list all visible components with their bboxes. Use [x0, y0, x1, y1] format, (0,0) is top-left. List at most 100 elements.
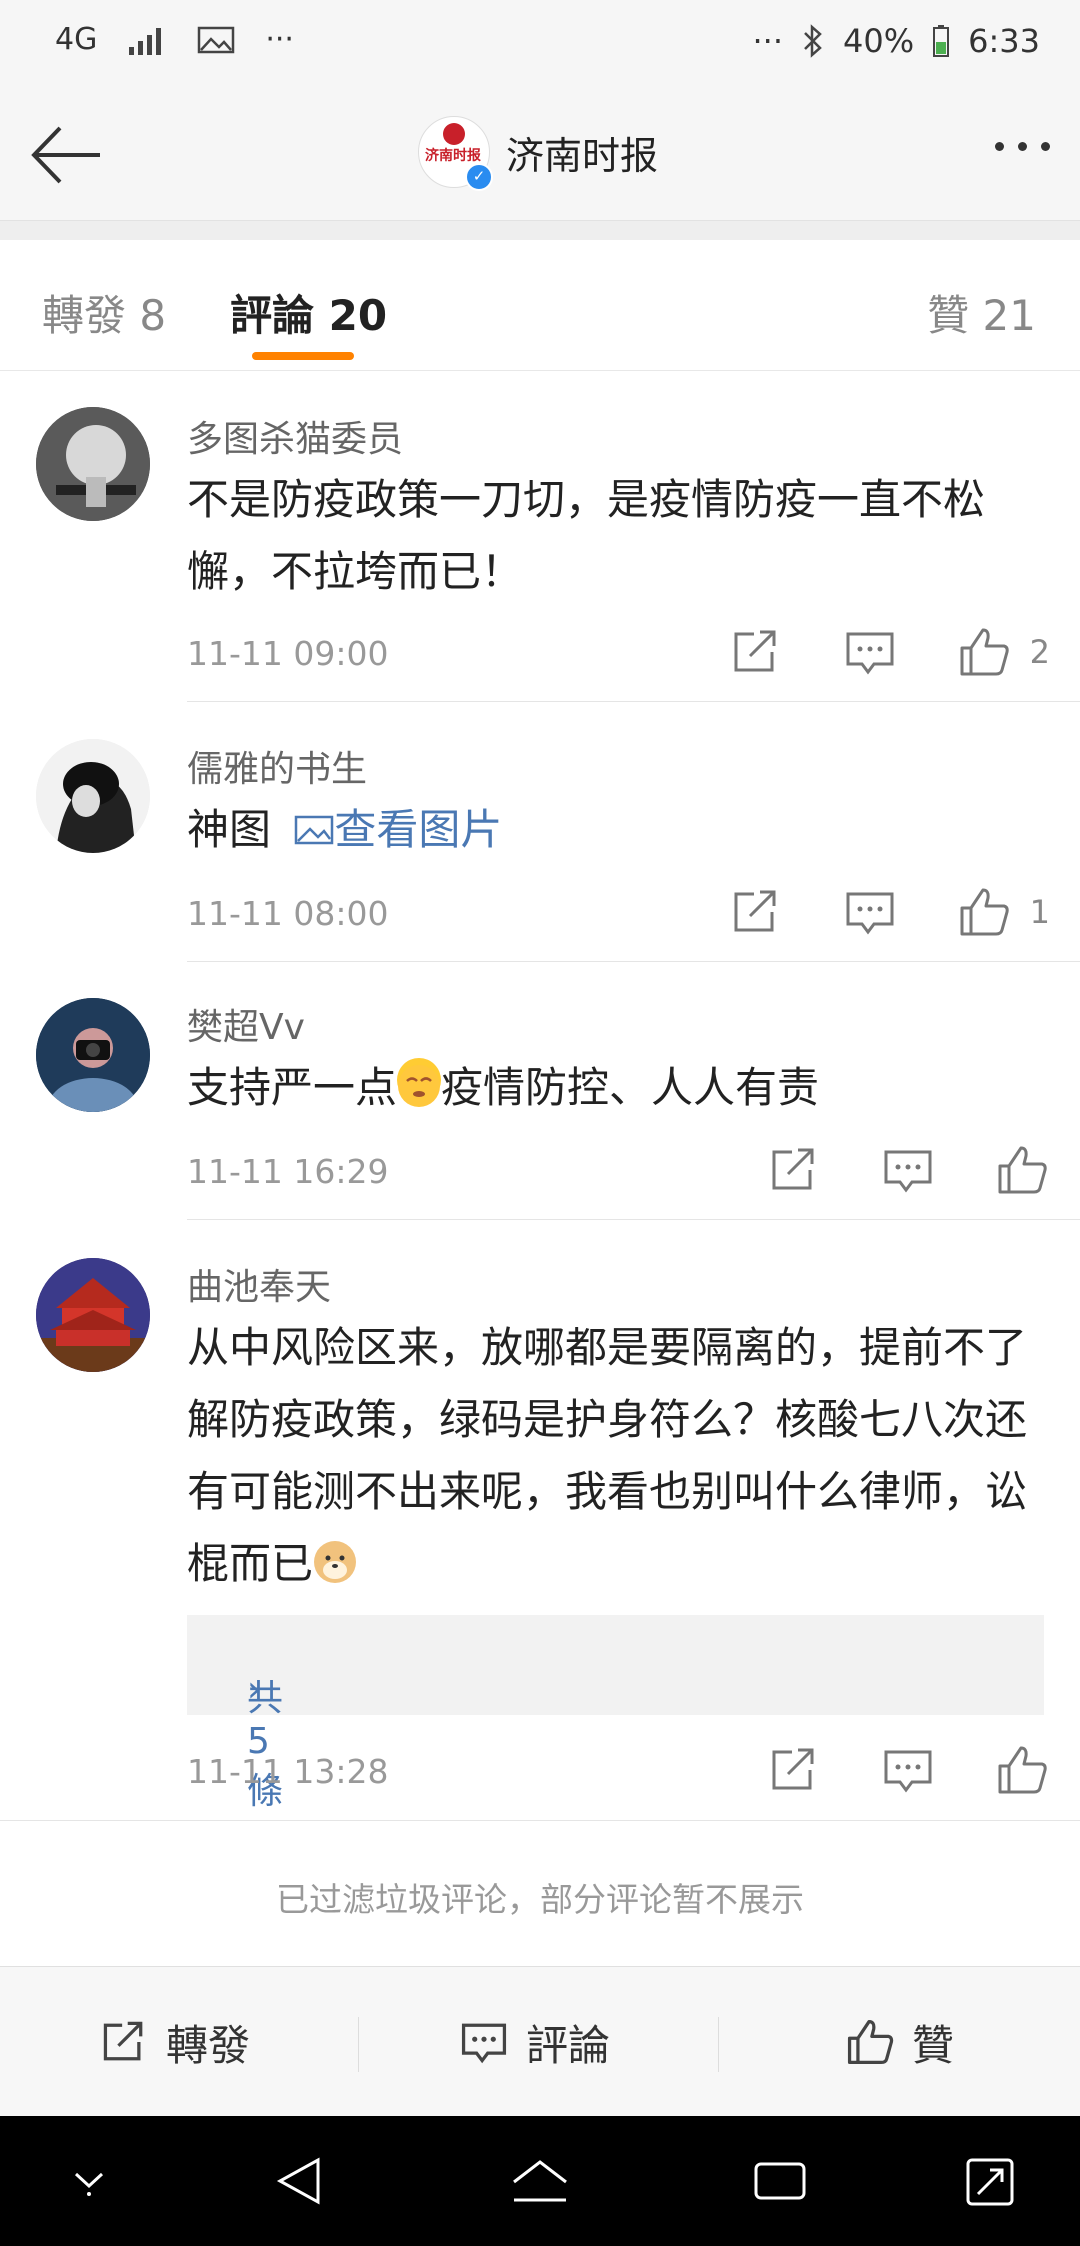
thumbs-up-icon — [998, 1146, 1047, 1194]
comment-author[interactable]: 多图杀猫委员 — [187, 410, 403, 462]
thumbs-up-icon — [960, 888, 1009, 936]
repost-button[interactable] — [766, 1742, 822, 1798]
back-arrow-icon — [31, 126, 100, 184]
account-title[interactable]: 济南时报 — [506, 125, 658, 180]
thumbs-up-icon — [847, 2019, 894, 2065]
back-triangle-icon[interactable] — [272, 2154, 326, 2208]
divider — [358, 2017, 359, 2072]
view-image-link[interactable]: 查看图片 — [284, 805, 502, 854]
repost-button[interactable] — [728, 624, 784, 680]
comment-actions: 2 — [670, 624, 1050, 680]
share-icon — [772, 1748, 814, 1790]
separator-strip — [0, 221, 1080, 240]
tab-likes[interactable]: 贊 21 — [927, 282, 1036, 343]
reply-button[interactable] — [880, 1142, 936, 1198]
chevron-right-icon: › — [247, 1669, 262, 1710]
avatar[interactable] — [36, 998, 150, 1112]
recent-apps-icon[interactable] — [750, 2154, 810, 2208]
filtered-notice-text: 已过滤垃圾评论，部分评论暂不展示 — [276, 1880, 804, 1919]
like-count: 2 — [1029, 633, 1050, 671]
comment-text: 从中风险区来，放哪都是要隔离的，提前不了解防疫政策，绿码是护身符么？核酸七八次还… — [187, 1312, 1047, 1600]
comment-icon — [884, 1150, 932, 1193]
signal-icon — [129, 27, 162, 55]
home-icon[interactable] — [508, 2154, 572, 2208]
comment-icon — [884, 1750, 932, 1793]
status-bar: 4G ··· ··· 40% 6:33 — [0, 0, 1080, 90]
notification-dots: ··· — [265, 22, 294, 57]
bottom-like-button[interactable]: 贊 — [844, 1967, 954, 2117]
comment-actions — [708, 1742, 1050, 1798]
reply-button[interactable] — [842, 884, 898, 940]
back-button[interactable] — [28, 120, 108, 190]
comment-time: 11-11 16:29 — [187, 1152, 389, 1191]
battery-icon — [933, 25, 950, 57]
comment-text: 神图 查看图片 — [187, 794, 1047, 866]
like-button[interactable] — [994, 1742, 1050, 1798]
comment-icon — [461, 2023, 507, 2064]
share-icon — [734, 630, 776, 672]
comment-time: 11-11 13:28 — [187, 1752, 389, 1791]
thumbs-up-icon — [998, 1746, 1047, 1794]
comment-author[interactable]: 樊超Vv — [187, 998, 305, 1050]
rotate-screen-icon[interactable] — [962, 2154, 1018, 2210]
account-avatar[interactable]: 济南时报 ✓ — [418, 116, 493, 191]
bottom-repost-label[interactable]: 轉發 — [166, 2012, 250, 2073]
bottom-like-label[interactable]: 贊 — [912, 2012, 954, 2073]
image-icon — [295, 815, 334, 845]
comment-icon — [846, 892, 894, 935]
network-indicator: 4G — [55, 22, 98, 57]
comment-text: 支持严一点 疫情防控、人人有责 — [187, 1052, 1047, 1124]
clock: 6:33 — [968, 22, 1040, 60]
comment-body-part2: 疫情防控、人人有责 — [441, 1063, 820, 1112]
like-button[interactable] — [956, 884, 1012, 940]
comment-actions — [708, 1142, 1050, 1198]
thumbs-up-icon — [960, 628, 1009, 676]
comment-author[interactable]: 儒雅的书生 — [187, 740, 367, 792]
comment-body: 神图 — [187, 805, 272, 854]
comment-author[interactable]: 曲池奉天 — [187, 1258, 331, 1310]
reply-button[interactable] — [880, 1742, 936, 1798]
avatar[interactable] — [36, 739, 150, 853]
bluetooth-icon — [804, 24, 822, 58]
comment-item: 儒雅的书生 神图 查看图片 11-11 08:00 1 — [0, 702, 1080, 962]
tab-comments[interactable]: 評論 20 — [230, 282, 387, 343]
share-icon — [734, 890, 776, 932]
avatar-logo-text: 济南时报 — [425, 148, 481, 164]
like-button[interactable] — [956, 624, 1012, 680]
active-tab-indicator — [252, 352, 354, 360]
comment-body-part1: 支持严一点 — [187, 1063, 398, 1112]
divider — [718, 2017, 719, 2072]
verified-badge-icon: ✓ — [465, 163, 493, 191]
comment-item: 樊超Vv 支持严一点 疫情防控、人人有责 11-11 16:29 — [0, 962, 1080, 1220]
avatar[interactable] — [36, 407, 150, 521]
like-button[interactable] — [994, 1142, 1050, 1198]
doge-emoji-icon — [313, 1534, 357, 1583]
account-header[interactable]: 济南时报 ✓ 济南时报 — [418, 116, 658, 191]
comment-actions: 1 — [670, 884, 1050, 940]
repost-button[interactable] — [728, 884, 784, 940]
logo-bird-icon — [443, 123, 465, 145]
comment-item: 曲池奉天 从中风险区来，放哪都是要隔离的，提前不了解防疫政策，绿码是护身符么？核… — [0, 1220, 1080, 1916]
comment-time: 11-11 09:00 — [187, 634, 389, 673]
system-navigation-bar — [0, 2116, 1080, 2246]
reply-button[interactable] — [842, 624, 898, 680]
more-status-dots: ··· — [752, 22, 784, 60]
comment-time: 11-11 08:00 — [187, 894, 389, 933]
view-replies-button[interactable]: 共5條回復 › — [187, 1615, 1044, 1916]
bottom-comment-button[interactable]: 評論 — [458, 1967, 610, 2117]
filtered-notice: 已过滤垃圾评论，部分评论暂不展示 — [0, 1820, 1080, 1966]
chevron-down-icon[interactable] — [66, 2154, 112, 2208]
avatar[interactable] — [36, 1258, 150, 1372]
bottom-comment-label[interactable]: 評論 — [526, 2012, 610, 2073]
more-options-icon[interactable] — [995, 142, 1050, 151]
battery-percent: 40% — [843, 22, 915, 60]
view-image-label[interactable]: 查看图片 — [334, 805, 502, 854]
comment-item: 多图杀猫委员 不是防疫政策一刀切，是疫情防疫一直不松懈，不拉垮而已！ 11-11… — [0, 372, 1080, 702]
repost-button[interactable] — [766, 1142, 822, 1198]
tab-reposts[interactable]: 轉發 8 — [42, 282, 166, 343]
tab-bar: 轉發 8 評論 20 贊 21 — [0, 240, 1080, 371]
bottom-action-bar: 轉發 評論 贊 — [0, 1966, 1080, 2117]
bottom-repost-button[interactable]: 轉發 — [98, 1967, 250, 2117]
like-count: 1 — [1029, 893, 1050, 931]
share-icon — [772, 1148, 814, 1190]
